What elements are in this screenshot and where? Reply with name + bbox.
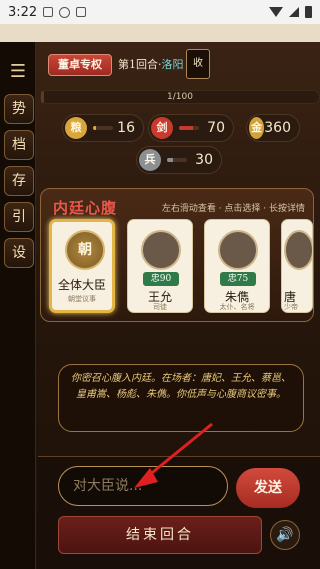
military-value: 70 <box>207 120 225 136</box>
stat-military: 剑 70 <box>148 114 234 142</box>
collect-button[interactable]: 收 <box>186 49 210 79</box>
card-wang-yun[interactable]: 忠90 王允 司徒 <box>127 219 193 313</box>
card-all-ministers[interactable]: 朝 全体大臣 朝堂议事 <box>49 219 115 313</box>
nav-button-settings[interactable]: 设 <box>4 238 34 268</box>
avatar <box>284 230 312 270</box>
narrative-text: 你密召心腹入内廷。在场者：唐妃、王允、蔡邕、皇甫嵩、杨彪、朱儁。你低声与心腹商议… <box>58 364 304 432</box>
media-icon <box>76 7 87 17</box>
notification-icon <box>43 7 54 17</box>
battery-icon <box>305 6 312 18</box>
end-round-button[interactable]: 结束回合 <box>58 516 262 554</box>
card-role: 朝堂议事 <box>68 295 96 303</box>
card-zhu-jun[interactable]: 忠75 朱儁 太仆、名将 <box>204 219 270 313</box>
panel-title: 内廷心腹 <box>53 199 118 217</box>
top-band <box>0 24 320 42</box>
wifi-icon <box>269 7 283 17</box>
troops-bar <box>167 158 187 162</box>
faction-badge[interactable]: 董卓专权 <box>48 54 112 76</box>
panel-hint: 左右滑动查看 · 点击选择 · 长按详情 <box>161 204 305 214</box>
card-role: 少帝 <box>284 303 298 311</box>
progress-text: 1/100 <box>167 92 193 102</box>
nav-button-power[interactable]: 势 <box>4 94 34 124</box>
signal-icon <box>289 7 299 17</box>
sword-icon: 剑 <box>151 117 173 139</box>
sound-icon[interactable]: 🔊 <box>270 520 300 550</box>
military-bar <box>179 126 199 130</box>
nav-button-guide[interactable]: 引 <box>4 202 34 232</box>
food-icon: 粮 <box>65 117 87 139</box>
card-tang[interactable]: 唐 少帝 <box>281 219 313 313</box>
card-name: 全体大臣 <box>57 278 106 292</box>
card-role: 司徒 <box>153 303 167 311</box>
loyalty-badge: 忠90 <box>143 272 179 286</box>
chat-input[interactable]: 对大臣说... <box>58 466 228 506</box>
send-button[interactable]: 发送 <box>236 468 300 508</box>
troops-value: 30 <box>195 152 213 168</box>
menu-icon[interactable]: ☰ <box>6 60 30 84</box>
loyalty-badge: 忠75 <box>220 272 256 286</box>
nav-button-save[interactable]: 存 <box>4 166 34 196</box>
food-value: 16 <box>117 120 135 136</box>
gold-value: 360 <box>264 120 291 136</box>
nav-button-archive[interactable]: 档 <box>4 130 34 160</box>
status-time: 3:22 <box>8 4 38 20</box>
stat-gold: 金 360 <box>246 114 300 142</box>
app-notification-icon <box>59 6 71 18</box>
inner-court-panel: 内廷心腹 左右滑动查看 · 点击选择 · 长按详情 朝 全体大臣 朝堂议事 忠9… <box>40 188 314 322</box>
status-bar: 3:22 <box>0 0 320 24</box>
card-role: 太仆、名将 <box>219 303 255 311</box>
food-bar <box>93 126 113 130</box>
gold-icon: 金 <box>249 117 265 139</box>
stat-food: 粮 16 <box>62 114 144 142</box>
city-link[interactable]: 洛阳 <box>162 58 184 71</box>
avatar <box>141 230 181 270</box>
round-label: 第1回合· <box>118 58 162 71</box>
court-emblem-icon: 朝 <box>65 230 105 270</box>
side-nav: ☰ 势 档 存 引 设 <box>0 42 36 569</box>
round-progress-bar: 1/100 <box>40 90 320 104</box>
stat-troops: 兵 30 <box>136 146 222 174</box>
round-info: 第1回合·洛阳 <box>118 56 184 74</box>
avatar <box>218 230 258 270</box>
troops-icon: 兵 <box>139 149 161 171</box>
